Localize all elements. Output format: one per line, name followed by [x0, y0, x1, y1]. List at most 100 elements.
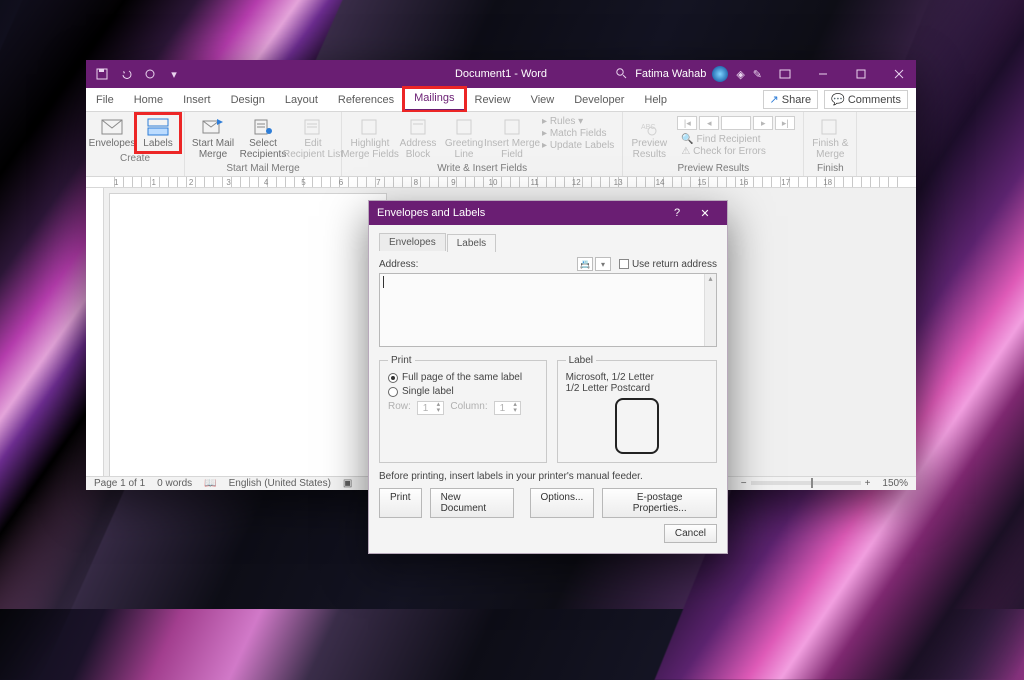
row-value: 1 — [418, 403, 434, 414]
envelopes-labels-dialog: Envelopes and Labels ? ✕ Envelopes Label… — [368, 200, 728, 554]
insert-merge-field-button: Insert Merge Field — [488, 114, 536, 162]
status-language[interactable]: English (United States) — [229, 478, 331, 489]
radio-full-page-label: Full page of the same label — [402, 372, 522, 383]
finish-icon — [818, 116, 842, 138]
ribbon-display-button[interactable] — [770, 60, 800, 88]
radio-single-label[interactable] — [388, 387, 398, 397]
dialog-tab-envelopes[interactable]: Envelopes — [379, 233, 446, 251]
recipients-icon — [251, 116, 275, 138]
tab-review[interactable]: Review — [465, 90, 521, 111]
print-button[interactable]: Print — [379, 488, 422, 518]
save-icon[interactable] — [92, 64, 112, 84]
tab-design[interactable]: Design — [221, 90, 275, 111]
minimize-button[interactable] — [808, 60, 838, 88]
zoom-out-icon[interactable]: − — [741, 478, 747, 489]
ribbon: Envelopes Labels Create Start Mail Merge… — [86, 112, 916, 177]
nav-last-icon: ▸| — [775, 116, 795, 130]
vertical-ruler[interactable] — [86, 188, 104, 476]
avatar — [712, 66, 728, 82]
group-startmerge-label: Start Mail Merge — [189, 162, 337, 176]
redo-icon[interactable] — [140, 64, 160, 84]
status-words[interactable]: 0 words — [157, 478, 192, 489]
tab-references[interactable]: References — [328, 90, 404, 111]
print-group: Print Full page of the same label Single… — [379, 355, 547, 463]
nav-record — [721, 116, 751, 130]
window-title: Document1 - Word — [455, 68, 547, 80]
maximize-button[interactable] — [846, 60, 876, 88]
zoom-level[interactable]: 150% — [882, 478, 908, 489]
address-book-icon[interactable]: 📇 — [577, 257, 593, 271]
ribbon-tabs: File Home Insert Design Layout Reference… — [86, 88, 916, 112]
dialog-close-button[interactable]: ✕ — [691, 207, 719, 220]
select-recipients-button[interactable]: Select Recipients — [239, 114, 287, 162]
new-document-button[interactable]: New Document — [430, 488, 514, 518]
share-button[interactable]: ↗Share — [763, 90, 819, 109]
tab-home[interactable]: Home — [124, 90, 173, 111]
titlebar: ▾ Document1 - Word Fatima Wahab ◈ ✎ — [86, 60, 916, 88]
tab-file[interactable]: File — [86, 90, 124, 111]
tab-insert[interactable]: Insert — [173, 90, 221, 111]
pen-icon[interactable]: ✎ — [753, 68, 762, 81]
greeting-line-button: Greeting Line — [442, 114, 486, 162]
dialog-titlebar: Envelopes and Labels ? ✕ — [369, 201, 727, 225]
use-return-checkbox[interactable] — [619, 259, 629, 269]
row-spinner: 1 ▴▾ — [417, 401, 445, 415]
preview-results-button: ABC Preview Results — [627, 114, 671, 162]
tab-view[interactable]: View — [521, 90, 565, 111]
edit-list-icon — [301, 116, 325, 138]
label-group-legend: Label — [566, 355, 596, 366]
options-button[interactable]: Options... — [530, 488, 595, 518]
cancel-button[interactable]: Cancel — [664, 524, 717, 543]
dialog-title: Envelopes and Labels — [377, 207, 485, 219]
radio-full-page[interactable] — [388, 373, 398, 383]
address-block-button: Address Block — [396, 114, 440, 162]
finish-merge-button: Finish & Merge — [808, 114, 852, 162]
undo-icon[interactable] — [116, 64, 136, 84]
tab-mailings[interactable]: Mailings — [404, 88, 464, 111]
match-fields-button: ▸ Match Fields — [538, 128, 618, 139]
zoom-slider[interactable]: − + — [741, 478, 871, 489]
status-page[interactable]: Page 1 of 1 — [94, 478, 145, 489]
write-insert-ministack: ▸ Rules ▾ ▸ Match Fields ▸ Update Labels — [538, 114, 618, 162]
user-name: Fatima Wahab — [635, 68, 706, 80]
address-textarea[interactable]: ▴ — [379, 273, 717, 347]
tab-help[interactable]: Help — [634, 90, 677, 111]
dialog-help-button[interactable]: ? — [663, 207, 691, 219]
labels-button[interactable]: Labels — [136, 114, 180, 152]
label-product-text: 1/2 Letter Postcard — [566, 383, 708, 394]
search-icon[interactable] — [615, 67, 627, 82]
diamond-icon[interactable]: ◈ — [736, 68, 744, 81]
highlight-icon — [358, 116, 382, 138]
textarea-scrollbar[interactable]: ▴ — [704, 274, 716, 346]
horizontal-ruler[interactable]: 1123456789101112131415161718 — [86, 177, 916, 188]
tab-developer[interactable]: Developer — [564, 90, 634, 111]
greeting-icon — [452, 116, 476, 138]
start-mail-merge-button[interactable]: Start Mail Merge — [189, 114, 237, 162]
epostage-button[interactable]: E-postage Properties... — [602, 488, 717, 518]
highlight-merge-fields-button: Highlight Merge Fields — [346, 114, 394, 162]
radio-single-label-text: Single label — [402, 386, 454, 397]
document-page[interactable] — [110, 194, 386, 476]
label-group[interactable]: Label Microsoft, 1/2 Letter 1/2 Letter P… — [557, 355, 717, 463]
address-block-icon — [406, 116, 430, 138]
preview-nav: |◂ ◂ ▸ ▸| 🔍 Find Recipient ⚠ Check for E… — [673, 114, 799, 162]
envelopes-button[interactable]: Envelopes — [90, 114, 134, 152]
column-field-label: Column: — [450, 401, 487, 415]
address-dropdown-icon[interactable]: ▾ — [595, 257, 611, 271]
group-writeinsert-label: Write & Insert Fields — [346, 162, 618, 176]
macro-icon[interactable]: ▣ — [343, 478, 352, 489]
tab-layout[interactable]: Layout — [275, 90, 328, 111]
update-labels-button: ▸ Update Labels — [538, 140, 618, 151]
zoom-in-icon[interactable]: + — [865, 478, 871, 489]
envelope-icon — [100, 116, 124, 138]
close-button[interactable] — [884, 60, 914, 88]
find-recipient-button: 🔍 Find Recipient — [677, 134, 795, 145]
user-account[interactable]: Fatima Wahab — [635, 66, 728, 82]
mail-merge-icon — [201, 116, 225, 138]
qat-dropdown-icon[interactable]: ▾ — [164, 64, 184, 84]
spellcheck-icon[interactable]: 📖 — [204, 478, 216, 489]
rules-button: ▸ Rules ▾ — [538, 116, 618, 127]
column-value: 1 — [495, 403, 511, 414]
dialog-tab-labels[interactable]: Labels — [447, 234, 496, 252]
comments-button[interactable]: 💬Comments — [824, 90, 908, 109]
